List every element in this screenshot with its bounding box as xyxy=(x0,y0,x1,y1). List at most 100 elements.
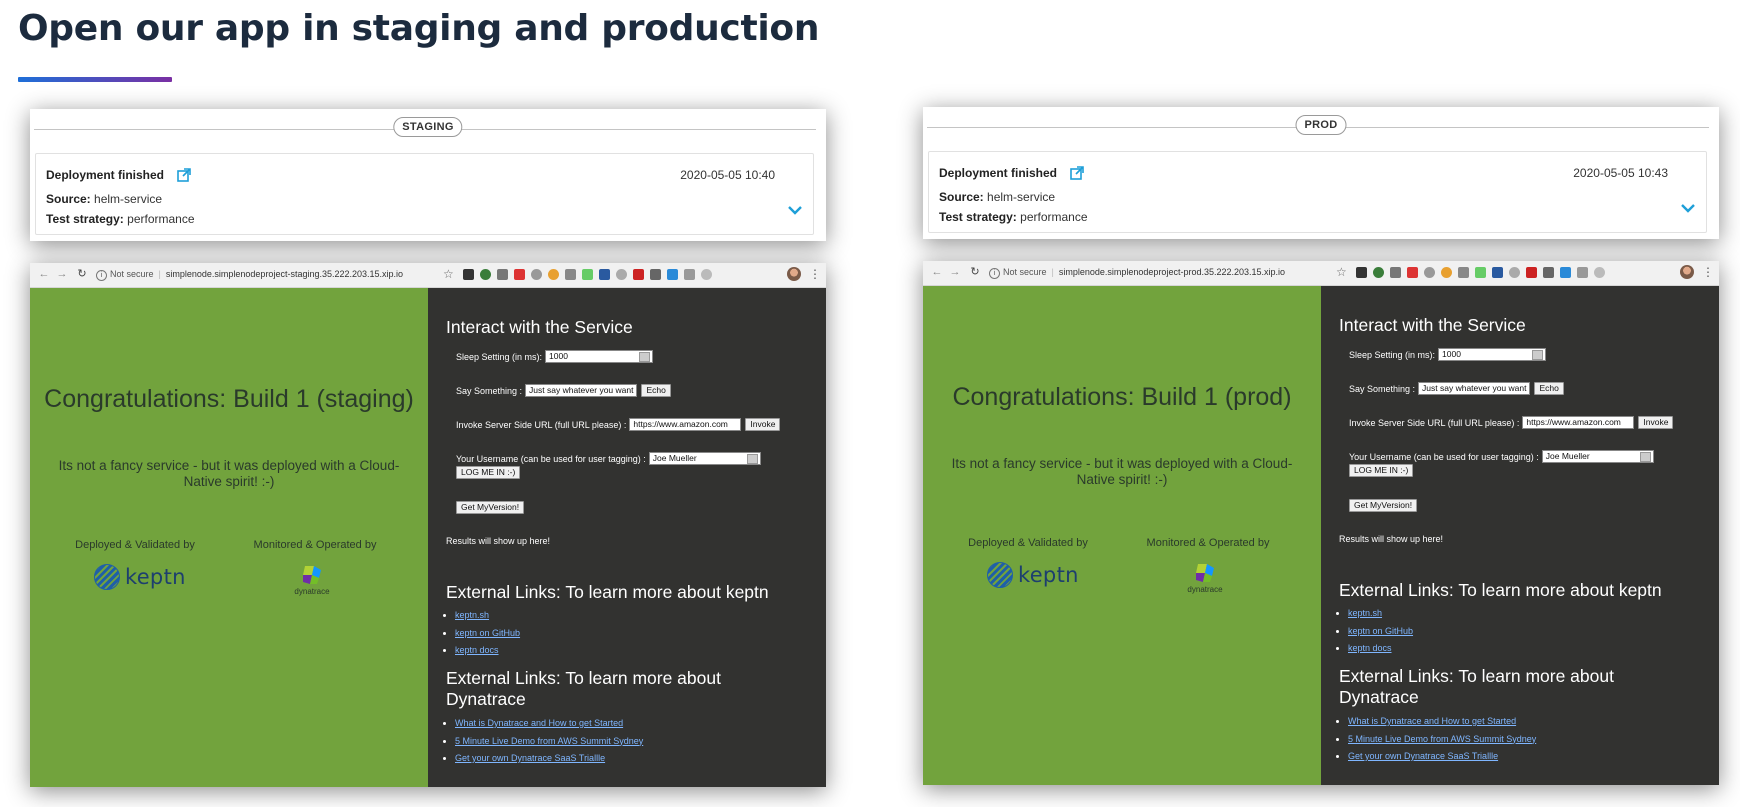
say-something-row: Say Something : Just say whatever you wan… xyxy=(1349,382,1564,395)
forward-icon[interactable]: → xyxy=(56,268,68,280)
extension-icon[interactable] xyxy=(548,269,559,280)
dynatrace-mark-icon xyxy=(303,566,321,584)
event-title: Deployment finished xyxy=(939,166,1058,180)
dynatrace-trial-link[interactable]: Get your own Dynatrace SaaS Triallle xyxy=(455,753,605,763)
extension-icon[interactable] xyxy=(1492,267,1503,278)
dynatrace-demo-link[interactable]: 5 Minute Live Demo from AWS Summit Sydne… xyxy=(455,736,643,746)
say-input[interactable]: Just say whatever you want xyxy=(1418,382,1531,395)
extension-icon[interactable] xyxy=(599,269,610,280)
invoke-url-input[interactable]: https://www.amazon.com xyxy=(629,418,742,431)
extension-icon[interactable] xyxy=(582,269,593,280)
strategy-label: Test strategy: xyxy=(939,210,1017,224)
sleep-input[interactable]: 1000 xyxy=(1438,348,1547,361)
extension-icon[interactable] xyxy=(1543,267,1554,278)
external-link-icon[interactable] xyxy=(1069,165,1085,181)
get-version-button[interactable]: Get MyVersion! xyxy=(456,501,525,514)
keptn-docs-link[interactable]: keptn docs xyxy=(1348,643,1392,653)
sleep-setting-row: Sleep Setting (in ms): 1000 xyxy=(1349,348,1547,361)
keptn-links-heading: External Links: To learn more about kept… xyxy=(446,582,769,602)
deployed-by-label: Deployed & Validated by xyxy=(968,537,1088,549)
keptn-event-card: PROD Deployment finished 2020-05-05 10:4… xyxy=(923,107,1719,239)
username-row: Your Username (can be used for user tagg… xyxy=(456,452,761,465)
invoke-button[interactable]: Invoke xyxy=(1638,416,1674,429)
login-button[interactable]: LOG ME IN :-) xyxy=(456,466,521,479)
back-icon[interactable]: ← xyxy=(38,268,50,280)
extension-icons[interactable] xyxy=(463,269,712,280)
list-item: Get your own Dynatrace SaaS Triallle xyxy=(1348,748,1536,766)
keptn-docs-link[interactable]: keptn docs xyxy=(455,645,499,655)
event-source: Source: helm-service xyxy=(939,190,1055,204)
login-button[interactable]: LOG ME IN :-) xyxy=(1349,464,1414,477)
extension-icon[interactable] xyxy=(633,269,644,280)
dynatrace-trial-link[interactable]: Get your own Dynatrace SaaS Triallle xyxy=(1348,751,1498,761)
extension-icon[interactable] xyxy=(463,269,474,280)
get-version-button[interactable]: Get MyVersion! xyxy=(1349,499,1418,512)
results-text: Results will show up here! xyxy=(446,536,551,546)
extension-icon[interactable] xyxy=(1407,267,1418,278)
list-item: keptn.sh xyxy=(455,607,520,625)
extension-icon[interactable] xyxy=(1509,267,1520,278)
keptn-github-link[interactable]: keptn on GitHub xyxy=(1348,626,1413,636)
keyboard-icon xyxy=(746,454,758,464)
extension-icon[interactable] xyxy=(684,269,695,280)
echo-button[interactable]: Echo xyxy=(1534,382,1564,395)
extension-icon[interactable] xyxy=(667,269,678,280)
external-link-icon[interactable] xyxy=(176,167,192,183)
extension-icon[interactable] xyxy=(1390,267,1401,278)
dynatrace-demo-link[interactable]: 5 Minute Live Demo from AWS Summit Sydne… xyxy=(1348,734,1536,744)
keptn-sh-link[interactable]: keptn.sh xyxy=(1348,608,1382,618)
extension-icon[interactable] xyxy=(1441,267,1452,278)
echo-button[interactable]: Echo xyxy=(641,384,671,397)
extension-icon[interactable] xyxy=(1424,267,1435,278)
extension-icon[interactable] xyxy=(1458,267,1469,278)
more-menu-icon[interactable]: ⋮ xyxy=(809,267,821,281)
extension-icon[interactable] xyxy=(1577,267,1588,278)
bookmark-star-icon[interactable]: ☆ xyxy=(1336,265,1347,279)
back-icon[interactable]: ← xyxy=(931,266,943,278)
event-box[interactable]: Deployment finished 2020-05-05 10:40 Sou… xyxy=(35,153,814,235)
keptn-github-link[interactable]: keptn on GitHub xyxy=(455,628,520,638)
address-bar[interactable]: i Not secure | simplenode.simplenodeproject… xyxy=(96,267,403,282)
username-input[interactable]: Joe Mueller xyxy=(1541,450,1654,463)
dynatrace-links-heading: External Links: To learn more about Dyna… xyxy=(1339,666,1614,707)
forward-icon[interactable]: → xyxy=(949,266,961,278)
extension-icon[interactable] xyxy=(480,269,491,280)
avatar[interactable] xyxy=(787,267,801,281)
more-menu-icon[interactable]: ⋮ xyxy=(1702,265,1714,279)
extension-icon[interactable] xyxy=(565,269,576,280)
event-box[interactable]: Deployment finished 2020-05-05 10:43 Sou… xyxy=(928,151,1707,233)
list-item: What is Dynatrace and How to get Started xyxy=(1348,713,1536,731)
say-input[interactable]: Just say whatever you want xyxy=(525,384,638,397)
chevron-down-icon[interactable] xyxy=(1680,202,1696,214)
extension-icon[interactable] xyxy=(701,269,712,280)
url-text: simplenode.simplenodeproject-staging.35.… xyxy=(165,269,404,279)
extension-icon[interactable] xyxy=(1373,267,1384,278)
extension-icon[interactable] xyxy=(497,269,508,280)
dynatrace-links-heading: External Links: To learn more about Dyna… xyxy=(446,668,721,709)
extension-icon[interactable] xyxy=(650,269,661,280)
invoke-url-input[interactable]: https://www.amazon.com xyxy=(1522,416,1635,429)
keptn-sh-link[interactable]: keptn.sh xyxy=(455,610,489,620)
address-bar[interactable]: i Not secure | simplenode.simplenodeproject… xyxy=(989,265,1285,280)
extension-icon[interactable] xyxy=(1560,267,1571,278)
say-label: Say Something : xyxy=(1349,383,1416,394)
extension-icon[interactable] xyxy=(616,269,627,280)
username-input[interactable]: Joe Mueller xyxy=(648,452,761,465)
dynatrace-getting-started-link[interactable]: What is Dynatrace and How to get Started xyxy=(1348,716,1516,726)
dynatrace-getting-started-link[interactable]: What is Dynatrace and How to get Started xyxy=(455,718,623,728)
bookmark-star-icon[interactable]: ☆ xyxy=(443,267,454,281)
extension-icon[interactable] xyxy=(1356,267,1367,278)
extension-icons[interactable] xyxy=(1356,267,1605,278)
extension-icon[interactable] xyxy=(1475,267,1486,278)
reload-icon[interactable]: ↻ xyxy=(969,266,981,278)
sleep-input[interactable]: 1000 xyxy=(545,350,654,363)
reload-icon[interactable]: ↻ xyxy=(76,268,88,280)
extension-icon[interactable] xyxy=(514,269,525,280)
invoke-button[interactable]: Invoke xyxy=(745,418,781,431)
extension-icon[interactable] xyxy=(1526,267,1537,278)
username-row: Your Username (can be used for user tagg… xyxy=(1349,450,1654,463)
extension-icon[interactable] xyxy=(531,269,542,280)
extension-icon[interactable] xyxy=(1594,267,1605,278)
avatar[interactable] xyxy=(1680,265,1694,279)
chevron-down-icon[interactable] xyxy=(787,204,803,216)
